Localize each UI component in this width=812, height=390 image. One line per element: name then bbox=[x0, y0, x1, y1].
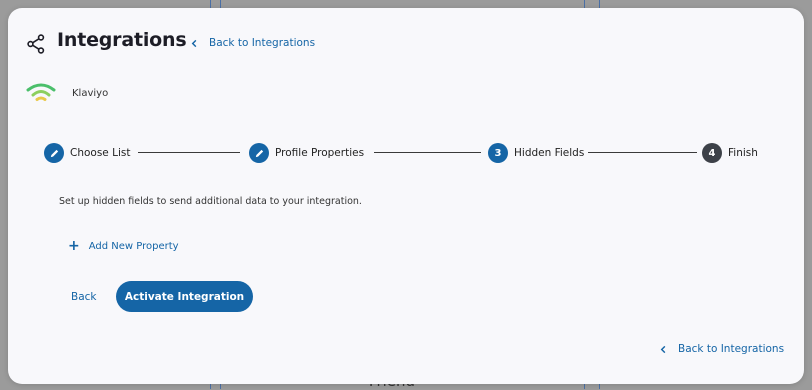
step-label: Finish bbox=[728, 147, 758, 159]
step-label: Hidden Fields bbox=[514, 147, 585, 159]
share-icon bbox=[27, 34, 45, 54]
step-connector bbox=[588, 152, 697, 153]
pencil-icon bbox=[255, 149, 263, 157]
back-link-label: Back to Integrations bbox=[209, 37, 316, 49]
stepper: Choose List Profile Properties 3 Hidden … bbox=[44, 142, 764, 164]
step-connector bbox=[374, 152, 481, 153]
provider-row: Klaviyo bbox=[25, 81, 108, 105]
provider-name: Klaviyo bbox=[72, 87, 109, 99]
integration-modal: Integrations Back to Integrations Klaviy… bbox=[8, 8, 804, 384]
plus-icon: + bbox=[68, 238, 80, 254]
pencil-icon bbox=[50, 149, 58, 157]
hidden-fields-description: Set up hidden fields to send additional … bbox=[59, 196, 362, 207]
footer-back-link-label: Back to Integrations bbox=[678, 343, 785, 355]
back-to-integrations-link[interactable]: Back to Integrations bbox=[190, 35, 315, 51]
step-label: Profile Properties bbox=[275, 147, 365, 159]
klaviyo-wifi-logo bbox=[26, 83, 56, 101]
activate-integration-button[interactable]: Activate Integration bbox=[116, 281, 253, 312]
add-new-property-button[interactable]: + Add New Property bbox=[68, 239, 179, 253]
step-label: Choose List bbox=[70, 147, 131, 159]
step-choose-list[interactable]: Choose List bbox=[44, 142, 130, 164]
footer-back-to-integrations-link[interactable]: Back to Integrations bbox=[659, 341, 784, 357]
add-property-label: Add New Property bbox=[88, 240, 179, 252]
page-title: Integrations bbox=[57, 29, 187, 51]
step-profile-properties[interactable]: Profile Properties bbox=[249, 142, 364, 164]
step-finish[interactable]: 4 Finish bbox=[702, 142, 758, 164]
step-4-circle: 4 bbox=[702, 143, 722, 163]
chevron-left-icon bbox=[660, 345, 666, 353]
back-button[interactable]: Back bbox=[71, 291, 97, 303]
step-connector bbox=[138, 152, 240, 153]
step-3-circle: 3 bbox=[488, 143, 508, 163]
step-2-circle bbox=[249, 143, 269, 163]
chevron-left-icon bbox=[191, 39, 197, 47]
step-1-circle bbox=[44, 143, 64, 163]
step-hidden-fields[interactable]: 3 Hidden Fields bbox=[488, 142, 584, 164]
